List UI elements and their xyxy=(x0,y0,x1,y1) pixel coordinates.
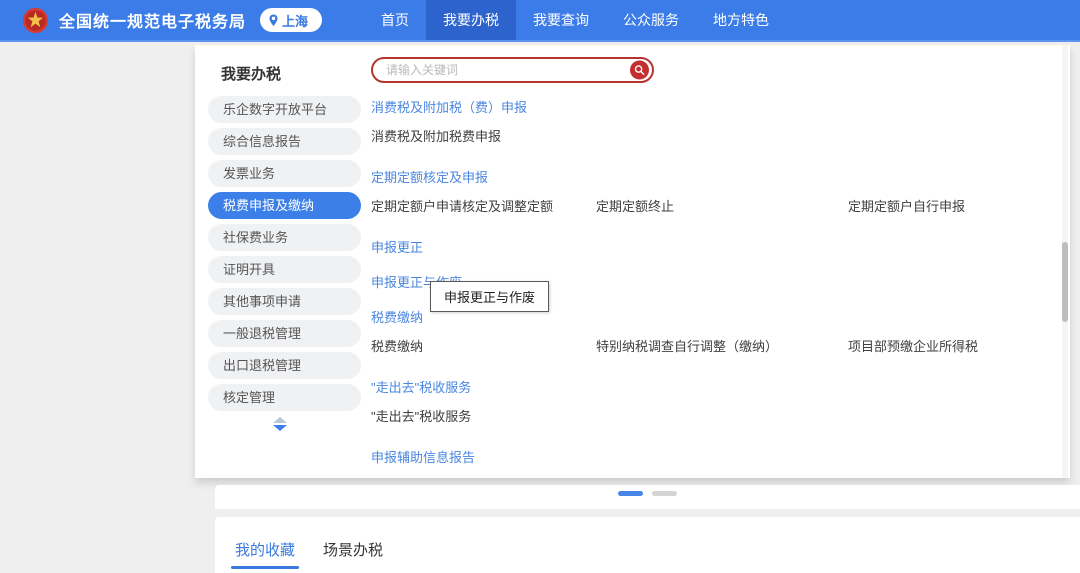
location-pin-icon xyxy=(268,14,279,27)
menu-item-link[interactable]: 出口企业报关单数据下载 xyxy=(371,476,596,478)
site-title: 全国统一规范电子税务局 xyxy=(59,8,246,32)
menu-section-1: 定期定额核定及申报定期定额户申请核定及调整定额定期定额终止定期定额户自行申报 xyxy=(371,167,1061,215)
menu-category-link[interactable]: "走出去"税收服务 xyxy=(371,377,471,396)
menu-item-row: "走出去"税收服务 xyxy=(371,406,1061,425)
menu-section-4: 税费缴纳税费缴纳特别纳税调查自行调整（缴纳）项目部预缴企业所得税 xyxy=(371,307,1061,355)
carousel-dot-0[interactable] xyxy=(618,491,643,496)
menu-section-0: 消费税及附加税（费）申报消费税及附加税费申报 xyxy=(371,97,1061,145)
bottom-tab-0[interactable]: 我的收藏 xyxy=(235,539,295,569)
sidebar-item-0[interactable]: 乐企数字开放平台 xyxy=(208,96,361,123)
scrollbar-thumb[interactable] xyxy=(1062,242,1068,322)
carousel-dot-1[interactable] xyxy=(652,491,677,496)
main-nav: 首页我要办税我要查询公众服务地方特色 xyxy=(364,0,786,40)
chevron-down-icon xyxy=(273,425,287,431)
menu-item-link[interactable]: 项目部预缴企业所得税 xyxy=(848,336,1061,355)
search-input[interactable] xyxy=(373,59,613,81)
menu-item-link[interactable]: 定期定额户申请核定及调整定额 xyxy=(371,196,596,215)
bottom-tab-1[interactable]: 场景办税 xyxy=(323,539,383,569)
menu-section-6: 申报辅助信息报告出口企业报关单数据下载软件产品增值税即征即退进项分摊方式资料报.… xyxy=(371,447,1061,478)
menu-item-link[interactable]: 农产品增值税进项税额扣除标准备案 xyxy=(848,476,1061,478)
sidebar-expand-arrow[interactable] xyxy=(271,417,289,431)
tax-mega-menu: 我要办税 乐企数字开放平台综合信息报告发票业务税费申报及缴纳社保费业务证明开具其… xyxy=(195,45,1070,478)
nav-item-3[interactable]: 公众服务 xyxy=(606,0,696,40)
favorites-panel: 我的收藏场景办税 xyxy=(215,517,1080,573)
menu-item-row: 出口企业报关单数据下载软件产品增值税即征即退进项分摊方式资料报...农产品增值税… xyxy=(371,476,1061,478)
menu-item-row: 税费缴纳特别纳税调查自行调整（缴纳）项目部预缴企业所得税 xyxy=(371,336,1061,355)
menu-sidebar: 我要办税 乐企数字开放平台综合信息报告发票业务税费申报及缴纳社保费业务证明开具其… xyxy=(195,45,365,478)
cursor-tooltip: 申报更正与作废 xyxy=(430,281,549,312)
menu-item-link[interactable]: 特别纳税调查自行调整（缴纳） xyxy=(596,336,848,355)
sidebar-item-6[interactable]: 其他事项申请 xyxy=(208,288,361,315)
menu-category-link[interactable]: 消费税及附加税（费）申报 xyxy=(371,97,527,116)
menu-item-link[interactable]: "走出去"税收服务 xyxy=(371,406,596,425)
sidebar-item-7[interactable]: 一般退税管理 xyxy=(208,320,361,347)
nav-item-2[interactable]: 我要查询 xyxy=(516,0,606,40)
menu-section-5: "走出去"税收服务 "走出去"税收服务 xyxy=(371,377,1061,425)
search-icon xyxy=(634,65,645,76)
menu-item-link[interactable]: 税费缴纳 xyxy=(371,336,596,355)
sidebar-item-2[interactable]: 发票业务 xyxy=(208,160,361,187)
sidebar-item-1[interactable]: 综合信息报告 xyxy=(208,128,361,155)
chevron-up-icon xyxy=(273,417,287,423)
menu-item-link[interactable]: 消费税及附加税费申报 xyxy=(371,126,596,145)
nav-item-1[interactable]: 我要办税 xyxy=(426,0,516,40)
menu-category-link[interactable]: 税费缴纳 xyxy=(371,307,423,326)
sidebar-item-4[interactable]: 社保费业务 xyxy=(208,224,361,251)
nav-item-4[interactable]: 地方特色 xyxy=(696,0,786,40)
menu-category-link[interactable]: 定期定额核定及申报 xyxy=(371,167,488,186)
sidebar-list: 乐企数字开放平台综合信息报告发票业务税费申报及缴纳社保费业务证明开具其他事项申请… xyxy=(195,96,365,411)
sidebar-title: 我要办税 xyxy=(221,63,365,84)
menu-item-row: 定期定额户申请核定及调整定额定期定额终止定期定额户自行申报 xyxy=(371,196,1061,215)
search-bar xyxy=(371,57,654,83)
nav-item-0[interactable]: 首页 xyxy=(364,0,426,40)
sidebar-item-8[interactable]: 出口退税管理 xyxy=(208,352,361,379)
menu-section-2: 申报更正 xyxy=(371,237,1061,256)
top-header: 全国统一规范电子税务局 上海 首页我要办税我要查询公众服务地方特色 xyxy=(0,0,1080,42)
menu-item-link[interactable]: 定期定额终止 xyxy=(596,196,848,215)
tax-emblem-logo xyxy=(22,7,49,34)
menu-scrollbar[interactable] xyxy=(1062,45,1068,478)
sidebar-item-3[interactable]: 税费申报及缴纳 xyxy=(208,192,361,219)
menu-content: 消费税及附加税（费）申报消费税及附加税费申报定期定额核定及申报定期定额户申请核定… xyxy=(371,45,1061,478)
location-label: 上海 xyxy=(282,11,308,30)
menu-item-row: 消费税及附加税费申报 xyxy=(371,126,1061,145)
sidebar-item-5[interactable]: 证明开具 xyxy=(208,256,361,283)
carousel-strip xyxy=(215,485,1080,509)
menu-category-link[interactable]: 申报辅助信息报告 xyxy=(371,447,475,466)
search-button[interactable] xyxy=(630,61,649,80)
bottom-tabs: 我的收藏场景办税 xyxy=(215,517,1080,569)
menu-category-link[interactable]: 申报更正 xyxy=(371,237,423,256)
menu-item-link[interactable]: 软件产品增值税即征即退进项分摊方式资料报... xyxy=(596,476,848,478)
location-selector[interactable]: 上海 xyxy=(260,8,322,32)
menu-item-link[interactable]: 定期定额户自行申报 xyxy=(848,196,1061,215)
sidebar-item-9[interactable]: 核定管理 xyxy=(208,384,361,411)
